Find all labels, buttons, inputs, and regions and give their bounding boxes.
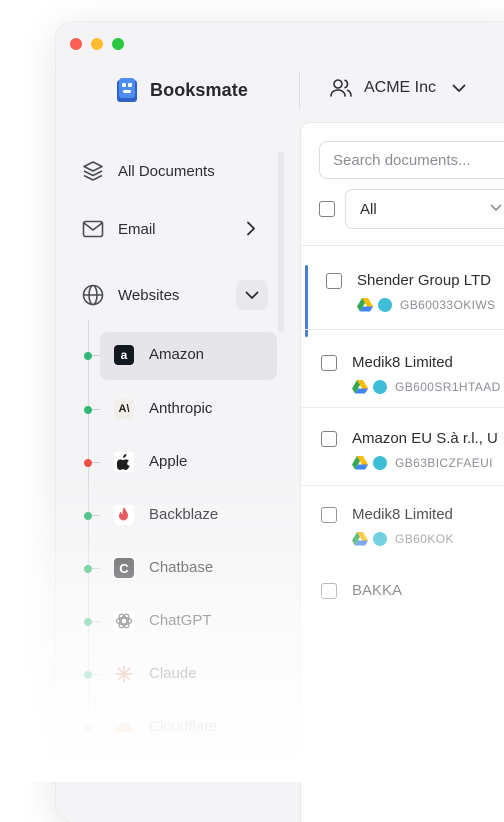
nav-email[interactable]: Email [82,218,156,240]
org-name: ACME Inc [364,79,437,96]
amazon-icon: a [114,345,134,365]
cloudflare-cloud-icon [114,717,134,737]
document-meta: GB60KOK [352,532,454,546]
google-drive-icon [352,456,368,470]
search-input[interactable] [319,141,504,179]
claude-sunburst-icon [114,664,134,684]
site-item-backblaze[interactable]: Backblaze [56,492,296,538]
status-dot [84,352,92,360]
document-title: Medik8 Limited [352,506,453,523]
document-vat: GB600SR1HTAAD [395,380,501,394]
status-dot [84,724,92,732]
nav-all-documents-label: All Documents [118,162,215,180]
site-label: ChatGPT [149,612,212,629]
chevron-right-icon[interactable] [246,221,256,236]
chatbase-icon: C [114,558,134,578]
websites-collapse-toggle[interactable] [236,280,268,310]
site-item-amazon[interactable]: a Amazon [56,332,296,380]
apple-icon [114,452,134,472]
document-row[interactable]: Shender Group LTD GB60033OKIWS [301,253,504,337]
status-dot [84,671,92,679]
chevron-down-icon [245,291,259,299]
document-vat: GB60033OKIWS [400,298,496,312]
document-title: Amazon EU S.à r.l., U [352,430,498,447]
google-drive-icon [352,532,368,546]
site-label: Claude [149,665,197,682]
xero-icon [373,456,387,470]
nav-all-documents[interactable]: All Documents [82,160,215,182]
filter-select[interactable]: All [345,189,504,229]
site-item-anthropic[interactable]: A\ Anthropic [56,386,296,432]
select-all-checkbox[interactable] [319,201,335,217]
status-dot [84,459,92,467]
xero-icon [378,298,392,312]
site-label: Chatbase [149,559,214,576]
documents-pane: All Shender Group LTD GB60033OKIWS Medik… [300,122,504,822]
xero-icon [373,380,387,394]
status-dot [84,406,92,414]
site-item-apple[interactable]: Apple [56,439,296,485]
nav-websites-label: Websites [118,286,180,304]
document-row[interactable]: Medik8 Limited GB600SR1HTAAD [301,337,504,411]
row-checkbox[interactable] [321,355,337,371]
row-checkbox[interactable] [321,583,337,599]
app-window: Booksmate ACME Inc All Documents Email W… [56,22,504,822]
document-meta: GB600SR1HTAAD [352,380,501,394]
layers-icon [82,160,104,182]
brand[interactable]: Booksmate [116,77,248,103]
site-item-cloudflare[interactable]: Cloudflare [56,704,296,750]
site-item-chatbase[interactable]: C Chatbase [56,545,296,591]
google-drive-icon [352,380,368,394]
document-vat: GB60KOK [395,532,454,546]
site-label: Anthropic [149,400,213,417]
status-dot [84,618,92,626]
document-row[interactable]: Amazon EU S.à r.l., U GB63BICZFAEUI [301,413,504,487]
status-dot [84,565,92,573]
status-dot [84,512,92,520]
window-maximize-button[interactable] [112,38,124,50]
document-meta: GB63BICZFAEUI [352,456,493,470]
openai-icon [114,611,134,631]
app-name: Booksmate [150,79,248,100]
globe-icon [82,284,104,306]
row-checkbox[interactable] [321,507,337,523]
document-title: Medik8 Limited [352,354,453,371]
document-title: BAKKA [352,582,403,599]
document-title: Shender Group LTD [357,272,491,289]
booksmate-logo-icon [117,78,137,102]
chevron-down-icon [490,204,502,212]
site-item-chatgpt[interactable]: ChatGPT [56,598,296,644]
row-checkbox[interactable] [326,273,342,289]
site-label: Cloudflare [149,718,218,735]
document-row[interactable]: BAKKA [301,563,504,637]
xero-icon [373,532,387,546]
window-minimize-button[interactable] [91,38,103,50]
site-item-claude[interactable]: Claude [56,651,296,697]
chevron-down-icon [452,84,466,92]
nav-websites[interactable]: Websites [82,284,179,306]
site-label: Backblaze [149,506,219,523]
document-row[interactable]: Medik8 Limited GB60KOK [301,487,504,561]
site-label: Apple [149,453,188,470]
document-vat: GB63BICZFAEUI [395,456,493,470]
org-switcher[interactable]: ACME Inc [330,78,466,98]
header-divider [299,72,300,108]
backblaze-flame-icon [114,505,134,525]
anthropic-icon: A\ [114,399,134,419]
filter-value: All [360,200,377,218]
row-checkbox[interactable] [321,431,337,447]
active-indicator [305,265,308,337]
site-label: Amazon [149,346,205,363]
sidebar-scrollbar[interactable] [278,152,284,332]
mail-icon [82,218,104,240]
document-meta: GB60033OKIWS [357,298,496,312]
google-drive-icon [357,298,373,312]
nav-email-label: Email [118,220,156,238]
window-close-button[interactable] [70,38,82,50]
users-icon [330,79,352,97]
